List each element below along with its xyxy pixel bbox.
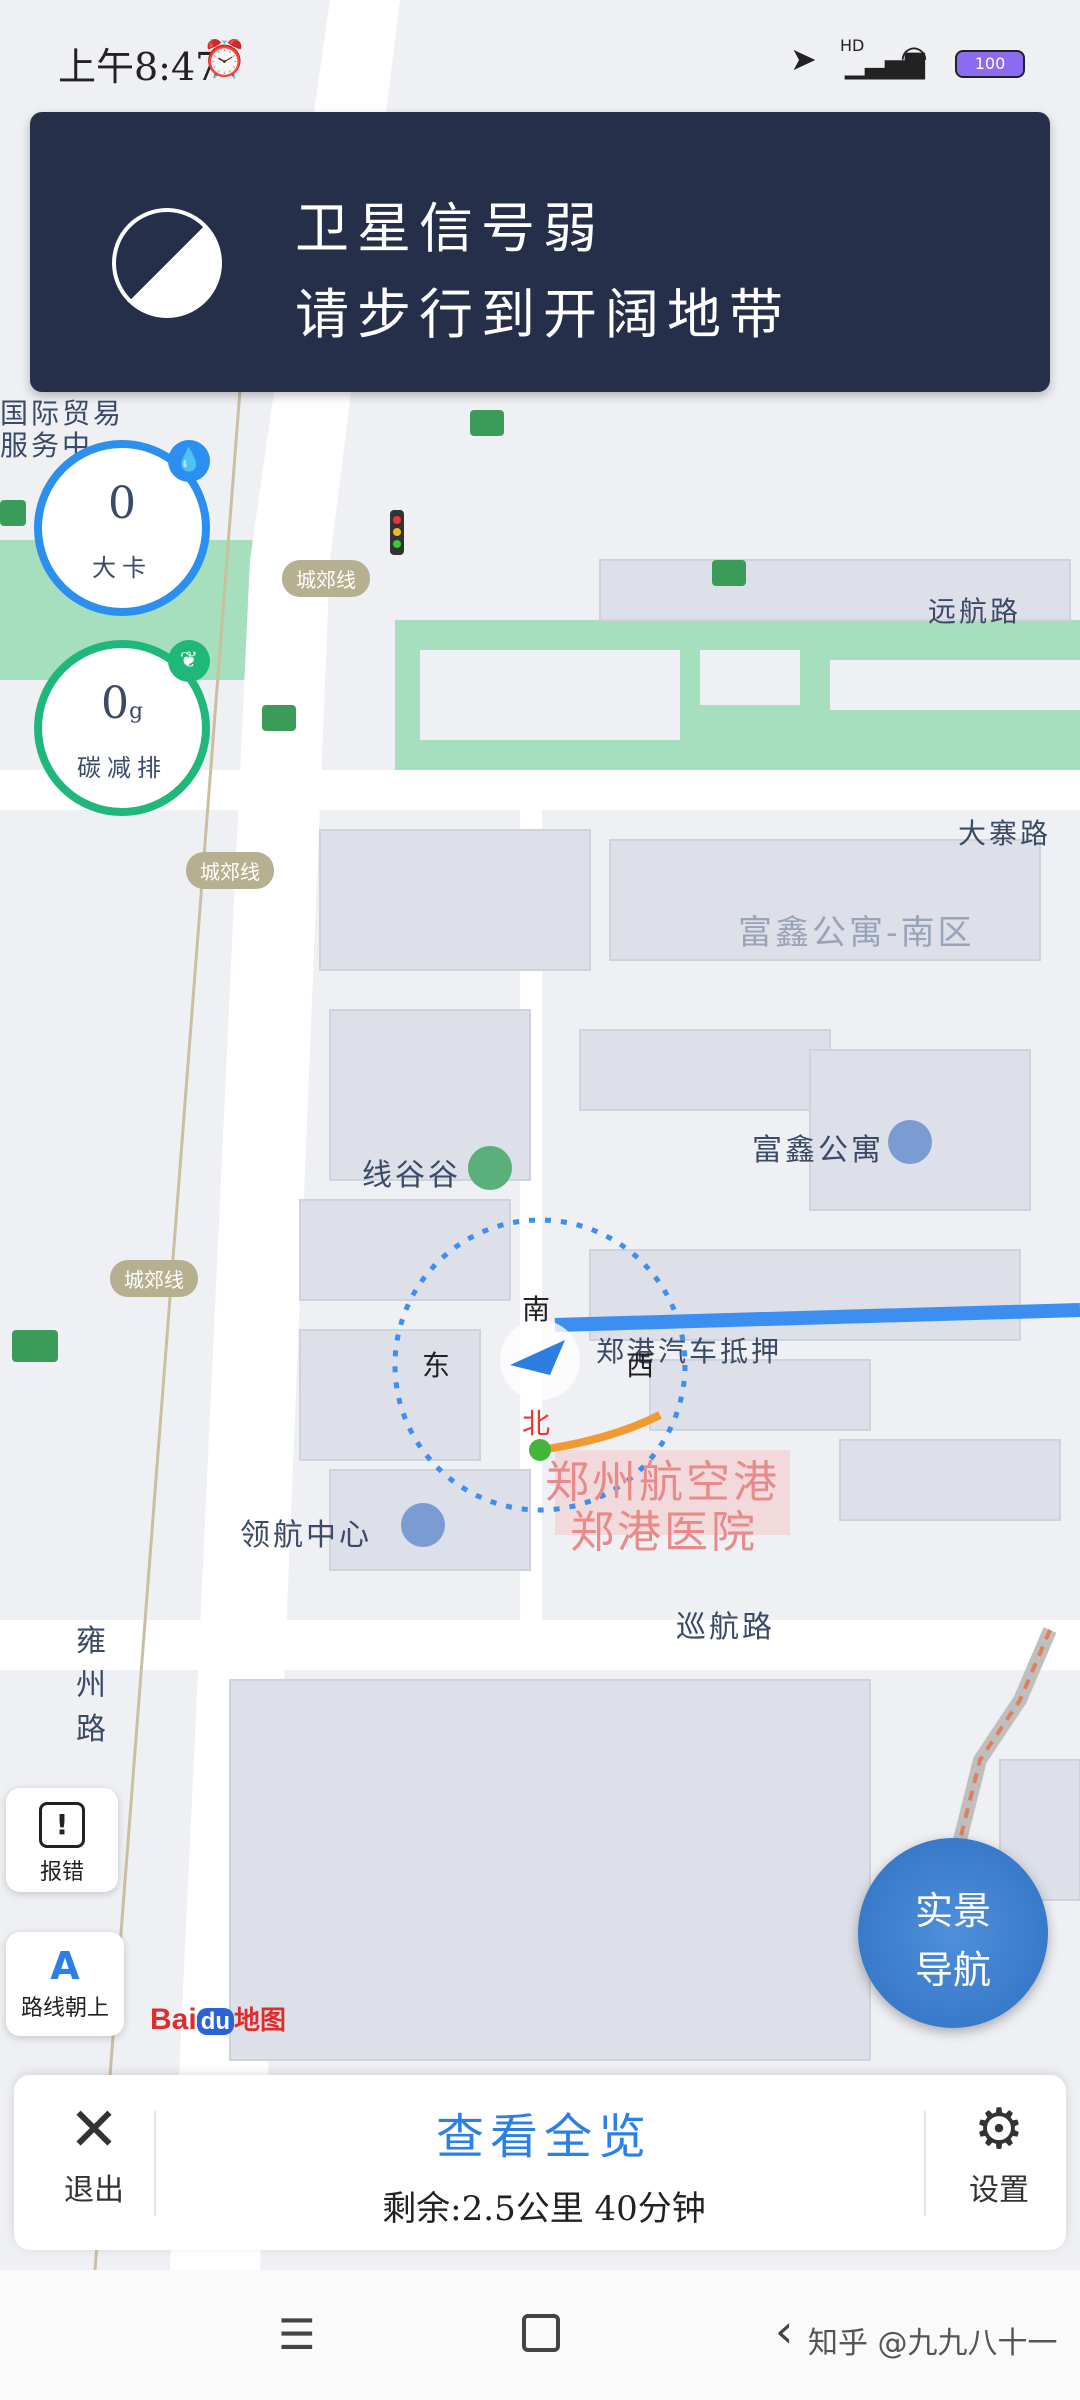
compass-south: 北 bbox=[522, 1407, 554, 1440]
gear-icon: ⚙ bbox=[973, 2097, 1025, 2162]
carbon-label: 碳减排 bbox=[77, 754, 167, 782]
ar-nav-label-1: 实景 bbox=[914, 1889, 991, 1933]
carbon-unit: g bbox=[128, 699, 144, 724]
route-up-button[interactable]: A 路线朝上 bbox=[6, 1932, 124, 2036]
report-label: 报错 bbox=[39, 1860, 84, 1885]
route-up-label: 路线朝上 bbox=[20, 1996, 109, 2021]
status-bar: 上午8:47 ⏰ ➤ HD ▁▃▅▇ ◠ 100 bbox=[0, 0, 1080, 110]
close-icon: ✕ bbox=[68, 2095, 120, 2165]
battery-level: 100 bbox=[974, 54, 1006, 73]
status-time: 上午8:47 bbox=[58, 45, 220, 89]
compass-west: 东 bbox=[422, 1349, 454, 1382]
remaining-info: 剩余:2.5公里 40分钟 bbox=[382, 2189, 706, 2229]
exit-button[interactable]: ✕ 退出 bbox=[34, 2095, 154, 2235]
road-label-yongzhou: 雍州路 bbox=[76, 1624, 109, 1747]
report-icon: ! bbox=[39, 1802, 85, 1848]
water-drop-icon: 💧 bbox=[168, 440, 210, 482]
alarm-icon: ⏰ bbox=[202, 39, 247, 80]
compass-east: 西 bbox=[626, 1349, 658, 1382]
watermark: 知乎 @九九八十一 bbox=[808, 2326, 1058, 2361]
road-tag-chengjiao-3: 城郊线 bbox=[110, 1260, 198, 1297]
poi-label-lingfeng-center: 领航中心 bbox=[240, 1518, 372, 1553]
gps-weak-banner: 卫星信号弱 请步行到开阔地带 bbox=[30, 112, 1050, 392]
route-up-icon: A bbox=[50, 1944, 80, 1988]
settings-button[interactable]: ⚙ 设置 bbox=[939, 2095, 1059, 2235]
compass-north: 南 bbox=[522, 1293, 554, 1326]
battery-icon: 100 bbox=[955, 50, 1025, 78]
navigation-control-card: ✕ 退出 查看全览 剩余:2.5公里 40分钟 ⚙ 设置 bbox=[14, 2075, 1066, 2250]
road-tag-chengjiao-2: 城郊线 bbox=[186, 852, 274, 889]
calories-value: 0 bbox=[108, 478, 136, 529]
poi-label-xiangu: 线谷谷 bbox=[362, 1158, 461, 1193]
road-tag-chengjiao-1: 城郊线 bbox=[282, 560, 370, 597]
calories-label: 大卡 bbox=[92, 554, 152, 582]
divider-left bbox=[154, 2111, 156, 2216]
menu-button[interactable]: ☰ bbox=[278, 2310, 316, 2359]
road-label-yuanhang: 远航路 bbox=[928, 595, 1022, 628]
calories-circle: 0 大卡 💧 bbox=[34, 440, 210, 616]
divider-right bbox=[924, 2111, 926, 2216]
banner-subtitle: 请步行到开阔地带 bbox=[295, 283, 791, 346]
home-button[interactable] bbox=[522, 2314, 560, 2352]
leaf-icon: ❦ bbox=[168, 640, 210, 682]
ar-navigation-button[interactable]: 实景 导航 bbox=[858, 1838, 1048, 2028]
location-arrow-icon: ➤ bbox=[790, 40, 817, 78]
wifi-icon: ◠ bbox=[900, 38, 928, 76]
settings-label: 设置 bbox=[969, 2173, 1029, 2208]
poi-label-fuxin-south: 富鑫公寓-南区 bbox=[738, 913, 975, 953]
ar-nav-label-2: 导航 bbox=[914, 1948, 991, 1992]
report-error-button[interactable]: ! 报错 bbox=[6, 1788, 118, 1892]
road-label-xunhang: 巡航路 bbox=[676, 1610, 775, 1645]
baidu-map-logo: Bai du 地图 bbox=[150, 2003, 287, 2036]
route-road-label: 郑港汽车抵押 bbox=[596, 1335, 783, 1368]
poi-label-hospital-2: 郑港医院 bbox=[570, 1507, 758, 1558]
carbon-value: 0g bbox=[100, 678, 144, 729]
overview-button[interactable]: 查看全览 bbox=[164, 2097, 924, 2167]
banner-title: 卫星信号弱 bbox=[295, 197, 605, 260]
back-button[interactable]: ‹ bbox=[775, 2304, 793, 2358]
road-label-dazhai: 大寨路 bbox=[958, 817, 1052, 850]
system-navigation-bar: ☰ ‹ 知乎 @九九八十一 bbox=[0, 2270, 1080, 2400]
poi-label-fuxin: 富鑫公寓 bbox=[752, 1133, 884, 1168]
satellite-weak-icon bbox=[112, 208, 222, 318]
carbon-circle: 0g 碳减排 ❦ bbox=[34, 640, 210, 816]
exit-label: 退出 bbox=[64, 2173, 124, 2208]
